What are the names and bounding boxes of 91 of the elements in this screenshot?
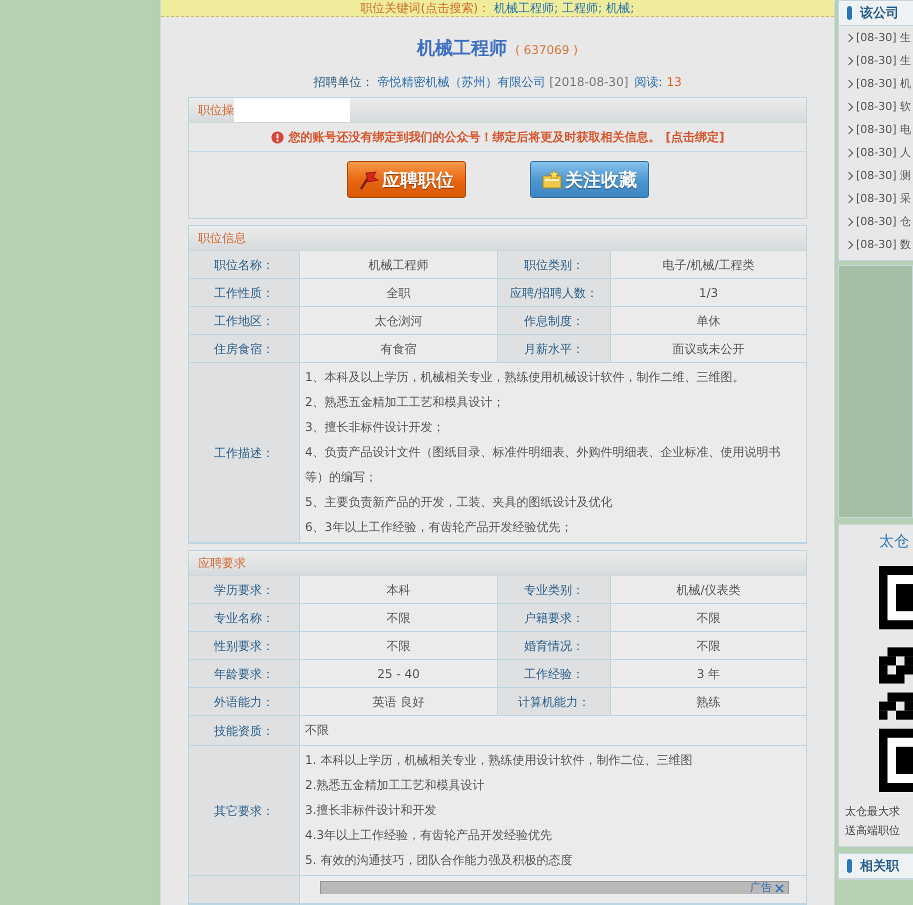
close-icon[interactable]: [775, 884, 784, 892]
field-label: 户籍要求：: [498, 604, 610, 632]
description-line: 6、3年以上工作经验，有齿轮产品开发经验优先；: [305, 519, 574, 536]
folder-icon: [541, 168, 563, 190]
field-label: 婚育情况：: [498, 632, 610, 660]
promo-text: 送高端职位: [844, 823, 901, 839]
table-cell: 本科: [300, 576, 498, 604]
description-line: 4.3年以上工作经验，有齿轮产品开发经验优先: [305, 827, 554, 844]
table-cell: 英语 良好: [300, 688, 498, 716]
job-link[interactable]: [08-30] 软: [856, 99, 912, 114]
warning-icon: [270, 130, 284, 144]
field-label: 计算机能力：: [498, 688, 610, 716]
table-cell: 面议或未公开: [610, 334, 806, 362]
bind-link[interactable]: [点击绑定]: [666, 128, 724, 146]
section-title: 职位信息: [198, 230, 246, 247]
field-label: 专业类别：: [498, 576, 610, 604]
job-link[interactable]: [08-30] 测: [856, 168, 912, 183]
table-cell: 1/3: [610, 278, 806, 306]
field-label: 职位类别：: [498, 251, 610, 278]
description-line: 不限: [305, 722, 330, 739]
job-id: ( 637069 ): [515, 43, 578, 57]
sidebar-title: 该公司: [860, 4, 899, 22]
post-date: [2018-08-30]: [549, 74, 628, 91]
table-cell: 不限: [300, 632, 498, 660]
field-label: 月薪水平：: [498, 334, 610, 362]
field-label: 技能资质：: [189, 716, 300, 746]
job-link[interactable]: [08-30] 采: [856, 191, 912, 206]
header-marker-icon: [847, 6, 852, 20]
job-link[interactable]: [08-30] 生: [856, 30, 912, 45]
table-cell: 不限: [610, 632, 806, 660]
promo-text: 太仓最大求: [844, 804, 901, 820]
keyword-label: 职位关键词(点击搜索)：: [360, 0, 490, 16]
description-line: 3、擅长非标件设计开发；: [305, 419, 446, 436]
table-cell: 25 - 40: [300, 660, 498, 688]
job-link[interactable]: [08-30] 仓: [856, 214, 912, 229]
table-cell: 太仓浏河: [300, 306, 498, 334]
description-line: 5. 有效的沟通技巧，团队合作能力强及积极的态度: [305, 852, 574, 869]
field-label: 住房食宿：: [189, 334, 300, 362]
table-cell: 机械工程师: [300, 251, 498, 278]
job-link[interactable]: [08-30] 生: [856, 53, 912, 68]
apply-button[interactable]: 应聘职位: [346, 161, 466, 198]
field-label: 作息制度：: [498, 306, 610, 334]
job-link[interactable]: [08-30] 电: [856, 122, 912, 137]
field-label: 应聘/招聘人数：: [498, 278, 610, 306]
sidebar-title: 相关职: [860, 858, 899, 875]
description-line: 1. 本科以上学历，机械相关专业，熟练使用设计软件，制作二位、三维图: [305, 752, 694, 769]
table-cell: 有食宿: [300, 334, 498, 362]
description-line: 2.熟悉五金精加工工艺和模具设计: [305, 777, 486, 794]
alert-message: 您的账号还没有绑定到我们的公众号！绑定后将更及时获取相关信息。: [288, 128, 661, 146]
description-line: 4、负责产品设计文件（图纸目录、标准件明细表、外购件明细表、企业标准、使用说明书等）的编写；: [305, 444, 782, 486]
header-marker-icon: [847, 859, 852, 873]
field-label: 工作地区：: [189, 306, 300, 334]
views-label: 阅读:: [634, 74, 662, 91]
table-cell: 电子/机械/工程类: [610, 251, 806, 278]
description-line: 2、熟悉五金精加工工艺和模具设计；: [305, 394, 506, 411]
table-cell: 单休: [610, 306, 806, 334]
keyword-link[interactable]: 工程师;: [562, 0, 602, 16]
job-link[interactable]: [08-30] 数: [856, 237, 912, 252]
field-label: 年龄要求：: [189, 660, 300, 688]
field-label: 工作经验：: [498, 660, 610, 688]
favorite-button[interactable]: 关注收藏: [530, 161, 648, 198]
field-label: 工作描述：: [189, 362, 300, 542]
field-label: 性别要求：: [189, 632, 300, 660]
table-cell: 机械/仪表类: [610, 576, 806, 604]
description-line: 1、本科及以上学历，机械相关专业，熟练使用机械设计软件，制作二维、三维图。: [305, 369, 746, 386]
ad-label: 广告: [750, 882, 772, 894]
field-label: 专业名称：: [189, 604, 300, 632]
company-link[interactable]: 帝悦精密机械（苏州）有限公司: [377, 73, 546, 91]
company-label: 招聘单位：: [313, 74, 374, 91]
job-link[interactable]: [08-30] 人: [856, 145, 912, 160]
keyword-link[interactable]: 机械工程师;: [494, 0, 558, 16]
flag-icon: [358, 168, 380, 190]
qr-title: 太仓: [879, 532, 910, 552]
table-cell: 熟练: [610, 688, 806, 716]
field-label: 其它要求：: [189, 746, 300, 876]
field-label: 职位名称：: [189, 251, 300, 278]
field-label: 外语能力：: [189, 688, 300, 716]
table-cell: 3 年: [610, 660, 806, 688]
field-label: 学历要求：: [189, 576, 300, 604]
keyword-link[interactable]: 机械;: [606, 0, 634, 16]
table-cell: 不限: [300, 604, 498, 632]
job-link[interactable]: [08-30] 机: [856, 76, 912, 91]
description-line: 5、主要负责新产品的开发，工装、夹具的图纸设计及优化: [305, 494, 614, 511]
views-count: 13: [666, 74, 682, 91]
field-label: 工作性质：: [189, 278, 300, 306]
section-title: 应聘要求: [198, 555, 246, 572]
job-title: 机械工程师: [417, 37, 508, 60]
table-cell: 全职: [300, 278, 498, 306]
panel-title: 职位操: [198, 102, 234, 119]
table-cell: 不限: [610, 604, 806, 632]
description-line: 3.擅长非标件设计和开发: [305, 802, 438, 819]
